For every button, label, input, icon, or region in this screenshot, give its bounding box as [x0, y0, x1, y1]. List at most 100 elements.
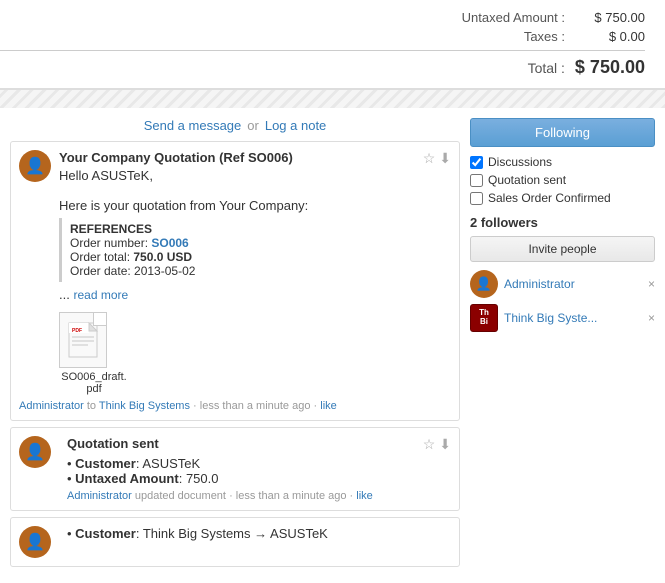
svg-text:PDF: PDF: [72, 328, 82, 334]
msg2-amount: • Untaxed Amount: 750.0: [67, 471, 451, 486]
sales-order-checkbox-item: Sales Order Confirmed: [470, 191, 655, 205]
msg3-body: • Customer: Think Big Systems → ASUSTeK: [67, 526, 451, 541]
message-card-3: 👤 • Customer: Think Big Systems → ASUSTe…: [10, 517, 460, 567]
msg2-amount-label: Untaxed Amount: [75, 471, 179, 486]
msg1-to-name[interactable]: Think Big Systems: [99, 400, 190, 412]
message-card-1: ☆ ⬇ 👤 Your Company Quotation (Ref SO006)…: [10, 141, 460, 421]
sales-order-label: Sales Order Confirmed: [488, 191, 611, 205]
chat-area: Send a message or Log a note ☆ ⬇ 👤 Your …: [10, 118, 460, 573]
avatar-1: 👤: [19, 150, 51, 182]
ref-order-num: Order number: SO006: [70, 236, 443, 250]
msg1-footer: Administrator to Think Big Systems · les…: [19, 400, 451, 412]
download-icon-1[interactable]: ⬇: [439, 150, 451, 167]
follower-1-remove[interactable]: ×: [648, 277, 655, 291]
msg2-sep2: ·: [350, 490, 354, 502]
msg1-to: to: [87, 400, 99, 412]
discussions-label: Discussions: [488, 155, 552, 169]
msg2-title-text: Quotation sent: [67, 436, 159, 451]
msg1-icons: ☆ ⬇: [423, 150, 451, 167]
star-icon-1[interactable]: ☆: [423, 150, 436, 167]
taxes-label: Taxes :: [405, 29, 565, 44]
msg1-time: less than a minute ago: [200, 400, 311, 412]
discussions-checkbox-item: Discussions: [470, 155, 655, 169]
sales-order-checkbox[interactable]: [470, 192, 483, 205]
ref-box: REFERENCES Order number: SO006 Order tot…: [59, 218, 451, 282]
msg2-like[interactable]: like: [356, 490, 373, 502]
attachment-icon: PDF: [59, 312, 107, 368]
msg3-arrow: →: [254, 526, 267, 541]
summary-section: Untaxed Amount : $ 750.00 Taxes : $ 0.00…: [0, 0, 665, 90]
msg1-body: Hello ASUSTeK, Here is your quotation fr…: [59, 168, 451, 302]
message-tabs: Send a message or Log a note: [10, 118, 460, 133]
total-label: Total :: [405, 60, 565, 76]
ref-order-total-value: 750.0 USD: [133, 250, 192, 264]
ref-order-num-label: Order number:: [70, 236, 151, 250]
quotation-sent-checkbox-item: Quotation sent: [470, 173, 655, 187]
msg1-author[interactable]: Administrator: [19, 400, 84, 412]
attachment[interactable]: PDF SO006_draft.pdf: [59, 312, 129, 395]
followers-section: 2 followers Invite people 👤 Administrato…: [470, 215, 655, 332]
taxes-value: $ 0.00: [565, 29, 645, 44]
untaxed-label: Untaxed Amount :: [405, 10, 565, 25]
follower-1-name[interactable]: Administrator: [504, 277, 648, 291]
msg3-customer-label: Customer: [75, 526, 136, 541]
download-icon-2[interactable]: ⬇: [439, 436, 451, 453]
follower-2-avatar: ThBi: [470, 304, 498, 332]
msg3-from: Think Big Systems: [143, 526, 251, 541]
msg2-customer-label: Customer: [75, 456, 136, 471]
msg1-like[interactable]: like: [320, 400, 337, 412]
msg1-intro: Here is your quotation from Your Company…: [59, 198, 451, 213]
msg1-header: 👤 Your Company Quotation (Ref SO006) Hel…: [19, 150, 451, 395]
log-note-tab[interactable]: Log a note: [265, 118, 326, 133]
msg2-amount-value: 750.0: [186, 471, 219, 486]
quotation-sent-checkbox[interactable]: [470, 174, 483, 187]
total-value: $ 750.00: [565, 57, 645, 78]
ref-order-num-value: SO006: [151, 236, 188, 250]
invite-people-button[interactable]: Invite people: [470, 236, 655, 262]
quotation-sent-label: Quotation sent: [488, 173, 566, 187]
discussions-checkbox[interactable]: [470, 156, 483, 169]
msg3-to: ASUSTeK: [270, 526, 328, 541]
untaxed-row: Untaxed Amount : $ 750.00: [0, 10, 645, 25]
msg1-sep2: ·: [314, 400, 318, 412]
msg1-title: Your Company Quotation (Ref SO006): [59, 150, 451, 165]
ref-title: REFERENCES: [70, 222, 443, 236]
msg2-icons: ☆ ⬇: [423, 436, 451, 453]
stripe-divider: [0, 90, 665, 108]
msg2-customer: • Customer: ASUSTeK: [67, 456, 451, 471]
msg2-content: Quotation sent ☆ ⬇ • Customer: ASUSTeK •…: [67, 436, 451, 502]
msg1-greeting: Hello ASUSTeK,: [59, 168, 451, 183]
msg3-content: • Customer: Think Big Systems → ASUSTeK: [67, 526, 451, 541]
subscription-checkboxes: Discussions Quotation sent Sales Order C…: [470, 155, 655, 205]
taxes-row: Taxes : $ 0.00: [0, 29, 645, 44]
ellipsis: ...: [59, 287, 70, 302]
attachment-name: SO006_draft.pdf: [59, 371, 129, 395]
follower-2-remove[interactable]: ×: [648, 311, 655, 325]
msg1-content: Your Company Quotation (Ref SO006) Hello…: [59, 150, 451, 395]
msg2-sep1: ·: [229, 490, 233, 502]
right-sidebar: Following Discussions Quotation sent Sal…: [470, 118, 655, 340]
msg3-customer: • Customer: Think Big Systems → ASUSTeK: [67, 526, 451, 541]
msg2-author[interactable]: Administrator: [67, 490, 132, 502]
msg2-customer-value: ASUSTeK: [142, 456, 200, 471]
untaxed-value: $ 750.00: [565, 10, 645, 25]
following-button[interactable]: Following: [470, 118, 655, 147]
msg2-time: less than a minute ago: [236, 490, 347, 502]
send-message-tab[interactable]: Send a message: [144, 118, 242, 133]
msg1-sep1: ·: [193, 400, 197, 412]
main-layout: Send a message or Log a note ☆ ⬇ 👤 Your …: [0, 108, 665, 583]
msg2-footer: Administrator updated document · less th…: [67, 490, 451, 502]
total-row: Total : $ 750.00: [0, 50, 645, 78]
read-more-link[interactable]: read more: [73, 288, 128, 302]
tab-or: or: [247, 118, 259, 133]
ref-order-total: Order total: 750.0 USD: [70, 250, 443, 264]
pdf-icon: PDF: [68, 322, 98, 358]
ref-order-date: Order date: 2013-05-02: [70, 264, 443, 278]
avatar-3: 👤: [19, 526, 51, 558]
star-icon-2[interactable]: ☆: [423, 436, 436, 453]
avatar-2: 👤: [19, 436, 51, 468]
msg2-action: updated document: [135, 490, 226, 502]
follower-2-name[interactable]: Think Big Syste...: [504, 311, 648, 325]
follower-1: 👤 Administrator ×: [470, 270, 655, 298]
message-card-2: 👤 Quotation sent ☆ ⬇ • Customer: ASUSTeK: [10, 427, 460, 511]
